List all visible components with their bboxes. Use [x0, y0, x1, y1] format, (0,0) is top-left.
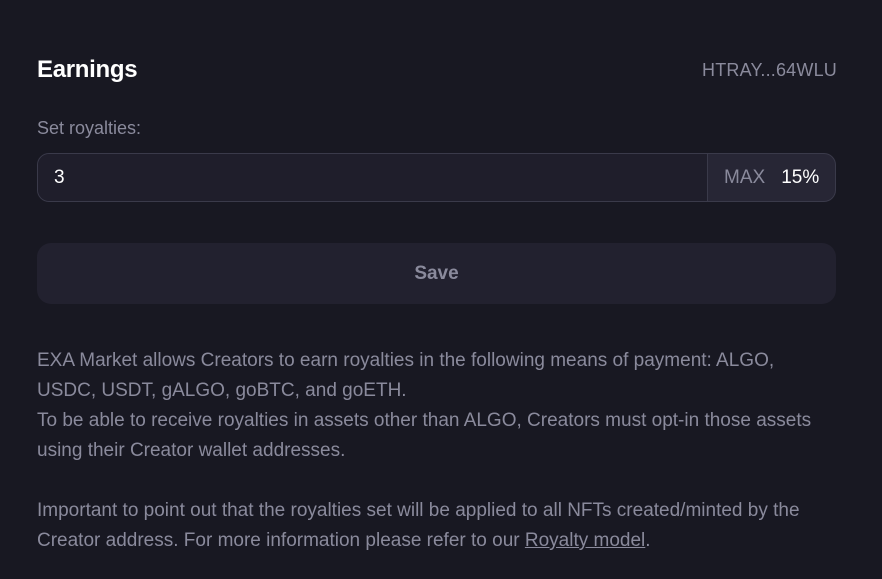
save-button[interactable]: Save: [37, 243, 836, 304]
royalties-input-group: MAX 15%: [37, 153, 836, 202]
important-info-line-1: Important to point out that the royaltie…: [37, 500, 800, 521]
royalties-input-wrapper: [38, 154, 708, 201]
important-info-text: Important to point out that the royaltie…: [37, 496, 852, 556]
earnings-header: Earnings HTRAY...64WLU: [37, 54, 837, 86]
max-royalty-suffix: MAX 15%: [708, 154, 835, 201]
payment-info-line-2: USDC, USDT, gALGO, goBTC, and goETH.: [37, 380, 407, 401]
payment-info-line-1: EXA Market allows Creators to earn royal…: [37, 350, 775, 371]
wallet-address: HTRAY...64WLU: [702, 59, 837, 80]
max-value: 15%: [781, 166, 820, 188]
royalty-model-link[interactable]: Royalty model: [525, 530, 645, 551]
payment-info-line-3: To be able to receive royalties in asset…: [37, 410, 812, 431]
royalties-input[interactable]: [38, 154, 707, 201]
max-label: MAX: [724, 166, 766, 188]
important-info-line-2-prefix: Creator address. For more information pl…: [37, 530, 525, 551]
payment-info-text: EXA Market allows Creators to earn royal…: [37, 346, 852, 466]
royalties-label: Set royalties:: [37, 118, 142, 138]
payment-info-line-4: using their Creator wallet addresses.: [37, 440, 346, 461]
important-info-line-2-suffix: .: [645, 530, 651, 551]
earnings-panel: Earnings HTRAY...64WLU Set royalties: MA…: [0, 0, 882, 579]
page-title: Earnings: [37, 56, 138, 83]
